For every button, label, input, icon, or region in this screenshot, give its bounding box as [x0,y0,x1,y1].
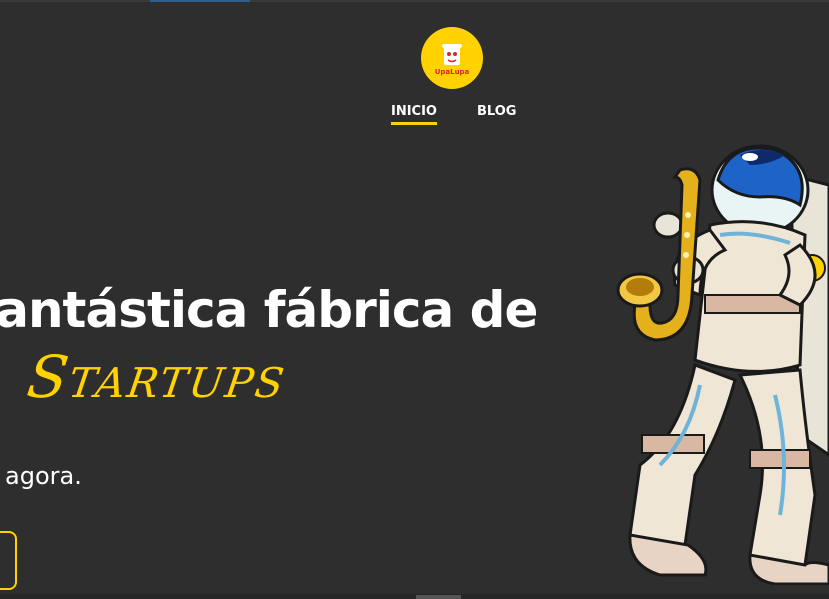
hero-title-text: Fantástica fábrica de [0,281,538,339]
logo-text: UpaLupa [434,67,470,76]
top-accent-bar [150,0,250,2]
nav-item-blog[interactable]: BLOG [477,104,516,123]
scroll-indicator[interactable] [416,595,461,599]
hero-highlight: Startups [23,343,291,411]
main-nav: INICIO BLOG [391,104,516,125]
upalupa-logo[interactable]: UpaLupa [421,27,483,89]
top-border [0,0,829,2]
astronaut-saxophone-illustration [616,144,829,585]
upalupa-logo-icon [442,43,462,65]
cta-button[interactable] [0,531,17,590]
hero-subtitle: agora. [5,462,82,490]
nav-item-inicio[interactable]: INICIO [391,104,437,125]
bottom-bar [0,594,829,599]
hero-title: Fantástica fábrica de [0,280,538,340]
